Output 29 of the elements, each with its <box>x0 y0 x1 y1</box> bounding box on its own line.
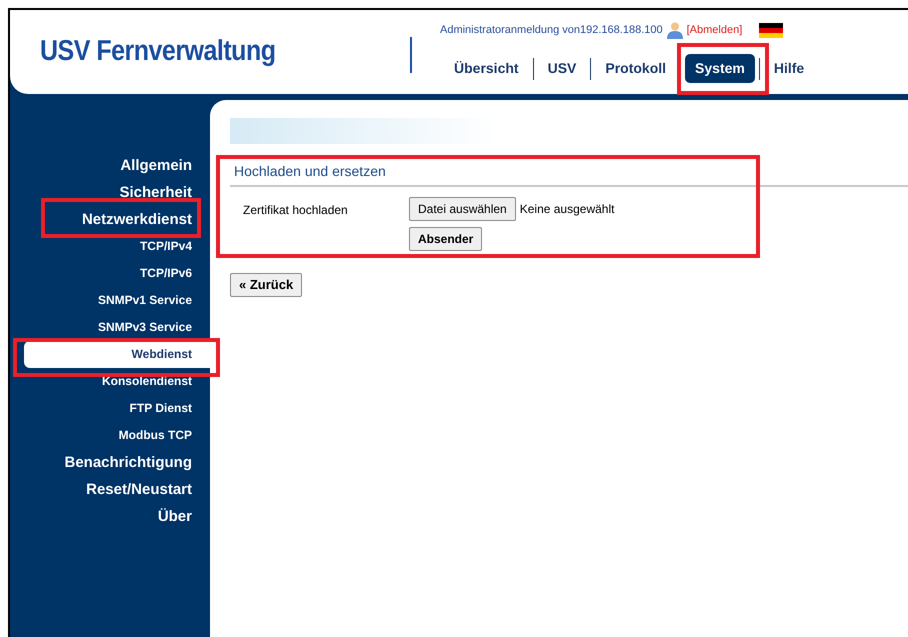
submit-button[interactable]: Absender <box>409 227 482 251</box>
back-button[interactable]: « Zurück <box>230 273 302 296</box>
file-status: Keine ausgewählt <box>520 201 614 218</box>
sidebar-item[interactable]: Reset/Neustart <box>86 476 192 503</box>
sidebar-item[interactable]: TCP/IPv6 <box>140 260 192 287</box>
sidebar-item[interactable]: FTP Dienst <box>130 395 192 422</box>
sidebar-item[interactable]: Modbus TCP <box>118 422 192 449</box>
file-button[interactable]: Datei auswählen <box>409 197 516 221</box>
logo: USV Fernverwaltung <box>40 34 276 70</box>
german-flag-icon[interactable] <box>759 22 784 38</box>
field-label: Zertifikat hochladen <box>242 202 349 219</box>
nav-tab[interactable]: Hilfe <box>764 54 814 83</box>
nav-tab[interactable]: Übersicht <box>444 54 529 83</box>
login-info: Administratoranmeldung von192.168.188.100 <box>440 22 663 38</box>
nav-tab[interactable]: USV <box>538 54 586 83</box>
sidebar-item[interactable]: SNMPv1 Service <box>98 287 192 314</box>
nav-tab[interactable]: Protokoll <box>595 54 676 83</box>
logout-link[interactable]: [Abmelden] <box>686 22 742 38</box>
sidebar-item[interactable]: Benachrichtigung <box>64 449 192 476</box>
sidebar-item[interactable]: Über <box>158 503 192 530</box>
sidebar-item[interactable]: Sicherheit <box>119 179 192 206</box>
user-icon <box>666 21 684 39</box>
section-title: Hochladen und ersetzen <box>234 163 386 179</box>
sidebar-item[interactable]: SNMPv3 Service <box>98 314 192 341</box>
sidebar-item[interactable]: TCP/IPv4 <box>140 233 192 260</box>
nav-tab[interactable]: System <box>685 54 755 83</box>
sidebar-item[interactable]: Konsolendienst <box>102 368 192 395</box>
sidebar-item[interactable]: Allgemein <box>120 152 192 179</box>
sidebar-item[interactable]: Netzwerkdienst <box>82 206 192 233</box>
